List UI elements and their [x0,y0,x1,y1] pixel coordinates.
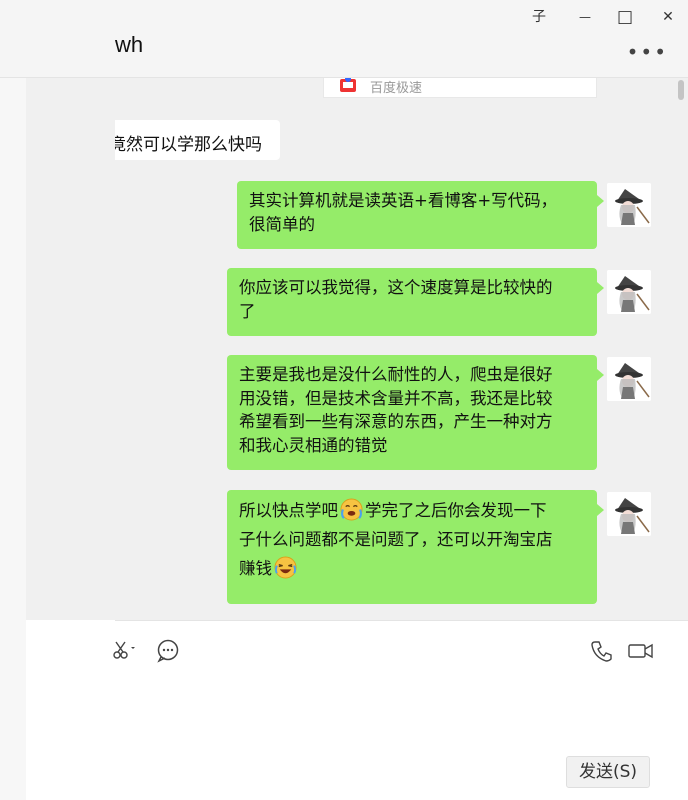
message-line: 用没错，但是技术含量并不高，我还是比较 [239,388,553,408]
message-line: 子什么问题都不是问题了，还可以开淘宝店 [239,530,553,549]
chat-title: wh [115,32,144,57]
crying-emoji [340,498,363,521]
avatar-witch[interactable] [607,183,651,227]
message-line: 你应该可以我觉得，这个速度算是比较快的 [239,278,553,297]
avatar-witch[interactable] [607,357,651,401]
message-line: 希望看到一些有深意的东西，产生一种对方 [239,412,553,431]
message-text: 学完了之后你会发现一下 [365,501,547,520]
pin-icon[interactable]: 子 [528,6,550,28]
message-text: 所以快点学吧 [239,501,338,520]
send-button[interactable]: 发送(S) [566,756,650,788]
chat-header: wh 子 — □ ✕ ••• [0,0,688,78]
chat-bubble-icon[interactable] [155,639,181,663]
message-line: 和我心灵相通的错觉 [239,435,388,455]
message-line: 所以快点学吧 学完了之后你会发现一下 [239,496,585,525]
message-bubble[interactable]: 所以快点学吧 学完了之后你会发现一下 子什么问题都不是问题了，还可以开淘宝店 赚… [227,490,604,604]
scrollbar-thumb[interactable] [678,80,684,100]
message-bubble[interactable]: 你应该可以我觉得，这个速度算是比较快的 了 [227,268,604,336]
message-input-area[interactable]: 发送(S) [113,620,688,800]
message-line: 了 [239,301,256,321]
message-bubble[interactable]: 其实计算机就是读英语+看博客+写代码， 很简单的 [237,181,604,249]
received-message-bubble[interactable]: 竟然可以学那么快吗 [115,120,280,160]
message-line: 主要是我也是没什么耐性的人，爬虫是很好 [239,365,553,384]
message-line: 赚钱 [239,554,585,583]
video-icon[interactable] [627,639,655,663]
link-card[interactable]: 百度极速 [323,78,597,98]
maximize-icon[interactable]: □ [614,6,636,28]
received-message-text: 竟然可以学那么快吗 [115,135,262,155]
message-bubble[interactable]: 主要是我也是没什么耐性的人，爬虫是很好 用没错，但是技术含量并不高，我还是比较 … [227,355,604,470]
scissors-icon[interactable] [111,639,137,663]
laughing-emoji [274,556,297,579]
link-card-label: 百度极速 [370,81,423,96]
message-line: 其实计算机就是读英语+看博客+写代码， [249,191,558,210]
message-line: 很简单的 [249,214,315,234]
baidu-icon [340,78,356,92]
chat-area: 百度极速 竟然可以学那么快吗 其实计算机就是读英语+看博客+写代码， 很简单的 … [115,78,688,620]
minimize-icon[interactable]: — [574,6,596,28]
close-icon[interactable]: ✕ [657,6,679,28]
more-icon[interactable]: ••• [627,40,668,64]
sidebar-edge [0,0,26,800]
phone-icon[interactable] [589,639,615,663]
avatar-witch[interactable] [607,270,651,314]
message-text: 赚钱 [239,559,272,578]
avatar-witch[interactable] [607,492,651,536]
